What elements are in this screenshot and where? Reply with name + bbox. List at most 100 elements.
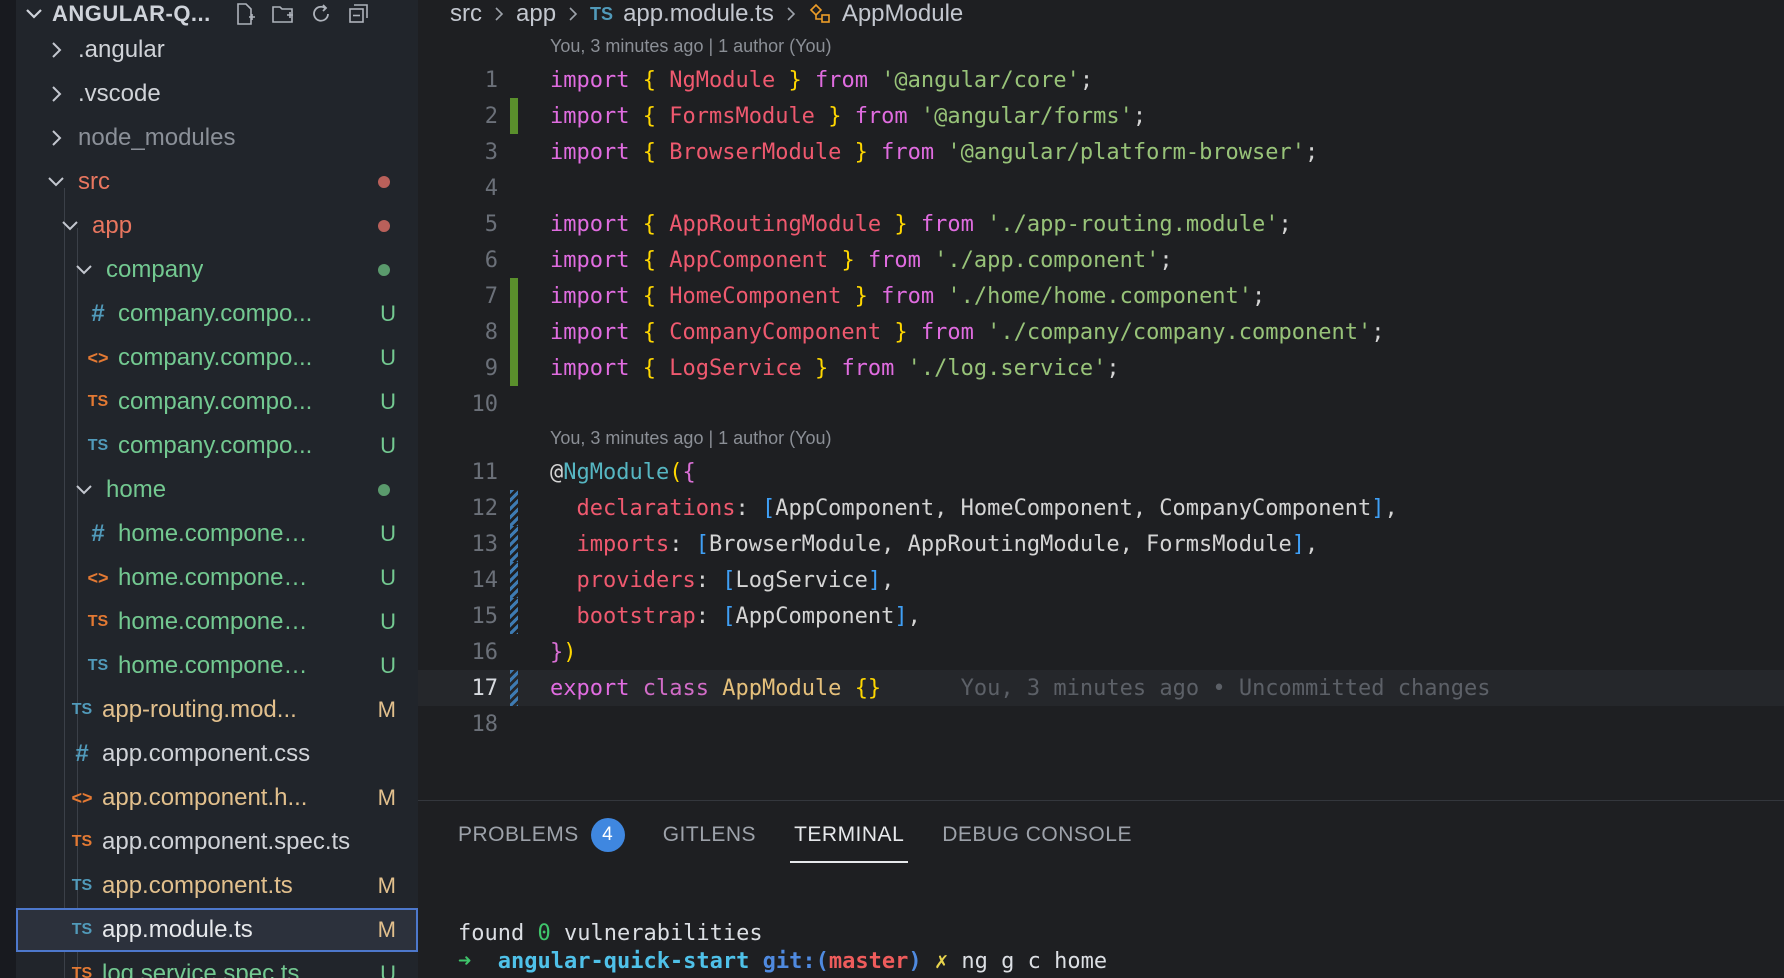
tab-debug-console[interactable]: DEBUG CONSOLE [942, 801, 1132, 869]
tree-item-label: app.component.ts [102, 872, 293, 899]
git-status-badge: M [377, 697, 396, 722]
tree-item-label: home.componen... [118, 520, 314, 547]
modified-dot [378, 220, 390, 232]
breadcrumb-file[interactable]: app.module.ts [623, 0, 774, 28]
tree-item-label: app.component.css [102, 740, 311, 767]
html-file-icon: <> [71, 787, 93, 808]
tree-item-angular[interactable]: .angular [16, 28, 418, 72]
line-number: 6 [484, 247, 498, 273]
line-number: 4 [484, 175, 498, 201]
untracked-dot [378, 484, 390, 496]
gutter-modified[interactable] [510, 490, 518, 526]
panel-tabs: PROBLEMS 4 GITLENS TERMINAL DEBUG CONSOL… [418, 801, 1784, 869]
tree-item-label: home [106, 476, 167, 503]
line-number: 1 [484, 67, 498, 93]
tree-item-company[interactable]: company [16, 248, 418, 292]
tree-item-label: src [78, 168, 110, 195]
tree-item-file[interactable]: TS log.service.spec.ts U [16, 952, 418, 978]
tree-item-file[interactable]: <> app.component.h... M [16, 776, 418, 820]
gutter [510, 134, 518, 170]
gutter-added[interactable] [510, 350, 518, 386]
terminal-output[interactable]: found 0 vulnerabilities ➜ angular-quick-… [458, 921, 1107, 977]
chevron-right-icon [52, 130, 62, 146]
tree-item-file[interactable]: TS home.componen... U [16, 644, 418, 688]
new-folder-icon[interactable] [271, 2, 295, 26]
chevron-down-icon [76, 265, 92, 275]
tree-item-app-module-selected[interactable]: TS app.module.ts M [16, 908, 418, 952]
gutter-added[interactable] [510, 314, 518, 350]
gutter [510, 206, 518, 242]
tree-item-label: company [106, 256, 204, 283]
code-line: 10 [418, 386, 1784, 422]
line-number: 10 [471, 391, 499, 417]
tab-label: GITLENS [662, 823, 757, 846]
code-editor[interactable]: src app TS app.module.ts AppModule You, … [418, 0, 1784, 800]
explorer-actions [233, 2, 371, 26]
tree-item-app[interactable]: app [16, 204, 418, 248]
git-status-badge: U [380, 961, 396, 978]
tree-item-file[interactable]: # home.componen... U [16, 512, 418, 556]
code-line: 4 [418, 170, 1784, 206]
gutter [510, 62, 518, 98]
tree-item-src[interactable]: src [16, 160, 418, 204]
tree-item-label: log.service.spec.ts [102, 960, 300, 978]
tree-item-file[interactable]: TS app.component.spec.ts [16, 820, 418, 864]
tree-item-vscode[interactable]: .vscode [16, 72, 418, 116]
tree-item-file[interactable]: TS company.compo... U [16, 380, 418, 424]
breadcrumb-app[interactable]: app [516, 0, 556, 28]
ts-file-icon: TS [71, 921, 93, 938]
tree-item-label: app.module.ts [102, 916, 253, 943]
breadcrumb-src[interactable]: src [450, 0, 482, 28]
tree-item-file[interactable]: # app.component.css [16, 732, 418, 776]
git-status-badge: U [380, 389, 396, 414]
tab-gitlens[interactable]: GITLENS [663, 801, 756, 869]
gutter-added[interactable] [510, 98, 518, 134]
tree-item-label: company.compo... [118, 432, 313, 459]
tree-item-file[interactable]: <> home.componen... U [16, 556, 418, 600]
tree-item-label: app-routing.mod... [102, 696, 297, 723]
gutter [510, 454, 518, 490]
tree-item-file[interactable]: TS app-routing.mod... M [16, 688, 418, 732]
line-number: 11 [471, 459, 499, 485]
chevron-down-icon[interactable] [24, 4, 44, 24]
tree-item-file[interactable]: TS home.componen... U [16, 600, 418, 644]
collapse-all-icon[interactable] [347, 2, 371, 26]
tab-problems[interactable]: PROBLEMS 4 [458, 801, 625, 869]
refresh-icon[interactable] [309, 2, 333, 26]
gutter-modified[interactable] [510, 562, 518, 598]
untracked-dot [378, 264, 390, 276]
activity-bar-edge [0, 0, 16, 978]
line-number: 18 [471, 711, 499, 737]
code-area[interactable]: You, 3 minutes ago | 1 author (You) 1 im… [418, 30, 1784, 742]
dirty-mark-icon: ✗ [934, 949, 949, 974]
tree-item-file[interactable]: <> company.compo... U [16, 336, 418, 380]
gutter-modified[interactable] [510, 670, 518, 706]
tree-item-label: app.component.h... [102, 784, 308, 811]
line-number: 15 [471, 603, 499, 629]
codelens-authors[interactable]: You, 3 minutes ago | 1 author (You) [418, 30, 1784, 62]
tree-item-node-modules[interactable]: node_modules [16, 116, 418, 160]
git-status-badge: M [377, 917, 396, 942]
tree-item-home[interactable]: home [16, 468, 418, 512]
html-file-icon: <> [87, 567, 109, 588]
line-number: 12 [471, 495, 499, 521]
breadcrumb: src app TS app.module.ts AppModule [418, 0, 1784, 28]
tree-item-label: node_modules [78, 124, 236, 151]
git-status-badge: U [380, 301, 396, 326]
breadcrumb-symbol[interactable]: AppModule [842, 0, 963, 28]
ts-file-icon: TS [590, 3, 614, 24]
explorer-header[interactable]: ANGULAR-Q... [16, 0, 418, 28]
ts-file-icon: TS [71, 877, 93, 894]
gutter-modified[interactable] [510, 526, 518, 562]
line-number: 2 [484, 103, 498, 129]
tree-item-file[interactable]: TS app.component.ts M [16, 864, 418, 908]
gutter-modified[interactable] [510, 598, 518, 634]
tree-item-file[interactable]: TS company.compo... U [16, 424, 418, 468]
code-line: 5 import { AppRoutingModule } from './ap… [418, 206, 1784, 242]
tree-item-file[interactable]: # company.compo... U [16, 292, 418, 336]
codelens-authors[interactable]: You, 3 minutes ago | 1 author (You) [418, 422, 1784, 454]
tab-terminal[interactable]: TERMINAL [790, 801, 909, 869]
tree-item-label: app [92, 212, 133, 239]
new-file-icon[interactable] [233, 2, 257, 26]
gutter-added[interactable] [510, 278, 518, 314]
